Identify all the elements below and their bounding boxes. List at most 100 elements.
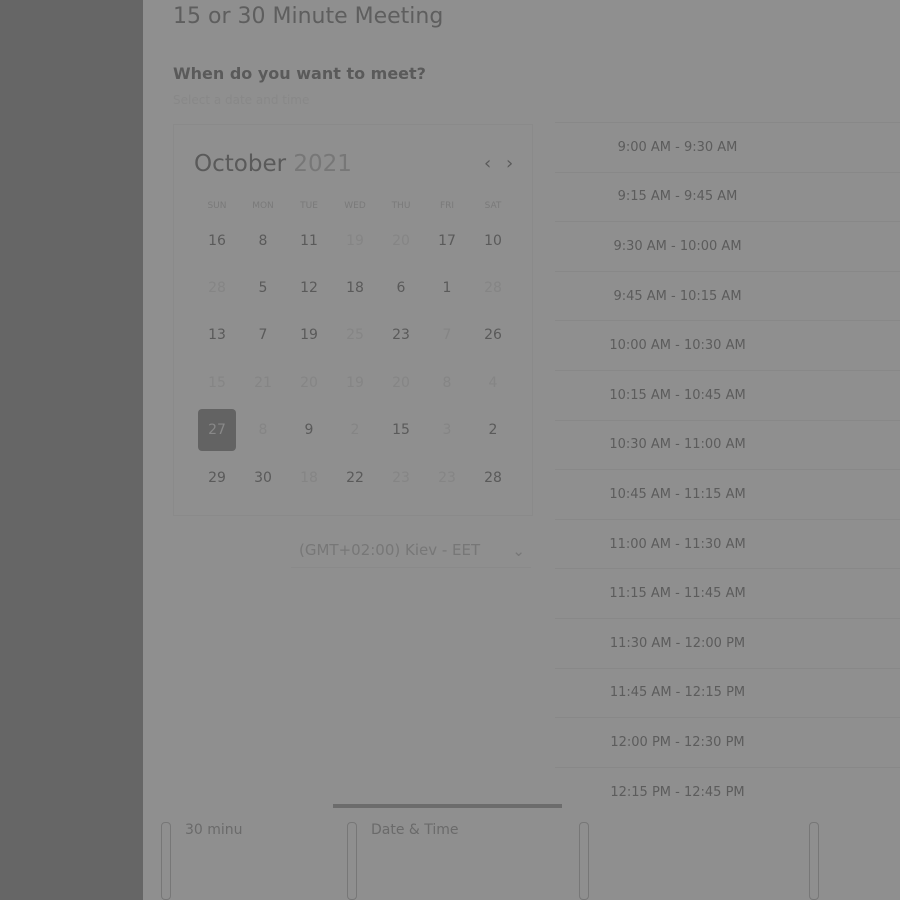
calendar: October 2021 ‹ › SUN MON TUE WED THU FRI SAT 1… [173,124,533,516]
calendar-day[interactable]: 26 [470,312,516,359]
weekday-label: MON [252,201,274,211]
calendar-day[interactable]: 30 [240,454,286,501]
selected-day[interactable]: 27 [194,407,240,454]
calendar-icon [347,822,357,900]
day-number: 19 [346,374,364,391]
calendar-day[interactable]: 9 [286,407,332,454]
calendar-day[interactable]: 22 [332,454,378,501]
calendar-day: 15 [194,359,240,406]
calendar-day[interactable]: 15 [378,407,424,454]
step-label: Date & Time [371,822,459,838]
time-slot[interactable]: 10:15 AM - 10:45 AM [555,369,900,420]
calendar-day: 20 [378,217,424,264]
day-number: 4 [488,374,498,391]
next-month-icon[interactable]: › [506,153,513,174]
day-number: 23 [392,469,410,486]
step-4 [809,822,819,900]
time-slot[interactable]: 12:00 PM - 12:30 PM [555,717,900,767]
calendar-day[interactable]: 1 [424,264,470,311]
calendar-day: 25 [332,312,378,359]
day-number: 11 [300,232,318,249]
day-number: 20 [392,232,410,249]
time-slot[interactable]: 9:15 AM - 9:45 AM [555,171,900,222]
month-label: October 2021 [194,151,352,177]
calendar-day[interactable]: 13 [194,312,240,359]
day-number: 17 [438,232,456,249]
day-number: 9 [304,422,314,439]
calendar-day[interactable]: 7 [240,312,286,359]
day-number: 28 [484,280,502,297]
time-slot[interactable]: 11:15 AM - 11:45 AM [555,568,900,618]
day-number: 8 [258,422,268,439]
day-number: 2 [488,422,498,439]
calendar-day[interactable]: 29 [194,454,240,501]
day-number: 10 [484,232,502,249]
calendar-day[interactable]: 16 [194,217,240,264]
timezone-value: (GMT+02:00) Kiev - EET [299,541,481,559]
calendar-day: 8 [424,359,470,406]
step-duration: 30 minu [161,822,243,900]
day-number: 1 [442,280,452,297]
day-number: 25 [346,327,364,344]
chevron-down-icon: ⌄ [512,542,525,560]
clock-icon [161,822,171,900]
calendar-day[interactable]: 17 [424,217,470,264]
time-slot[interactable]: 10:30 AM - 11:00 AM [555,419,900,470]
calendar-day[interactable]: 2 [470,407,516,454]
calendar-day[interactable]: 12 [286,264,332,311]
calendar-day: 20 [286,359,332,406]
year: 2021 [293,151,352,177]
calendar-day: 4 [470,359,516,406]
time-slot[interactable]: 11:45 AM - 12:15 PM [555,667,900,718]
day-number: 7 [258,327,268,344]
scrollbar[interactable] [333,804,562,808]
day-number: 21 [254,374,272,391]
step-bar: 30 minu Date & Time [161,822,900,900]
timezone-select[interactable]: (GMT+02:00) Kiev - EET ⌄ [291,536,531,568]
calendar-day: 23 [378,454,424,501]
calendar-day: 8 [240,407,286,454]
calendar-day: 2 [332,407,378,454]
day-number: 30 [254,469,272,486]
day-number: 22 [346,469,364,486]
day-number: 18 [346,280,364,297]
question-heading: When do you want to meet? [173,64,426,83]
time-slot[interactable]: 11:00 AM - 11:30 AM [555,518,900,569]
calendar-day[interactable]: 19 [286,312,332,359]
day-number: 23 [438,469,456,486]
subtitle: Select a date and time [173,93,310,107]
calendar-day[interactable]: 8 [240,217,286,264]
time-slot[interactable]: 12:15 PM - 12:45 PM [555,766,900,817]
day-number: 15 [208,374,226,391]
day-number: 27 [198,409,236,452]
day-number: 2 [350,422,360,439]
day-number: 15 [392,422,410,439]
prev-month-icon[interactable]: ‹ [484,153,491,174]
weekday-label: TUE [300,201,318,211]
day-number: 18 [300,469,318,486]
calendar-day[interactable]: 5 [240,264,286,311]
time-slot[interactable]: 10:45 AM - 11:15 AM [555,469,900,519]
calendar-day[interactable]: 18 [332,264,378,311]
step-3 [579,822,589,900]
calendar-day[interactable]: 10 [470,217,516,264]
time-slot[interactable]: 10:00 AM - 10:30 AM [555,320,900,370]
weekday-label: SAT [484,201,502,211]
calendar-day[interactable]: 23 [378,312,424,359]
day-number: 19 [300,327,318,344]
time-slot[interactable]: 9:45 AM - 10:15 AM [555,270,900,321]
month: October [194,151,287,177]
day-number: 12 [300,280,318,297]
calendar-day[interactable]: 11 [286,217,332,264]
day-number: 5 [258,280,268,297]
calendar-day[interactable]: 6 [378,264,424,311]
calendar-day: 20 [378,359,424,406]
calendar-day[interactable]: 28 [470,454,516,501]
left-sidebar [0,0,143,900]
time-slot[interactable]: 9:30 AM - 10:00 AM [555,221,900,271]
day-number: 23 [392,327,410,344]
calendar-day: 28 [194,264,240,311]
step-label: 30 minu [185,822,243,838]
time-slot[interactable]: 9:00 AM - 9:30 AM [555,122,900,172]
time-slot[interactable]: 11:30 AM - 12:00 PM [555,617,900,668]
